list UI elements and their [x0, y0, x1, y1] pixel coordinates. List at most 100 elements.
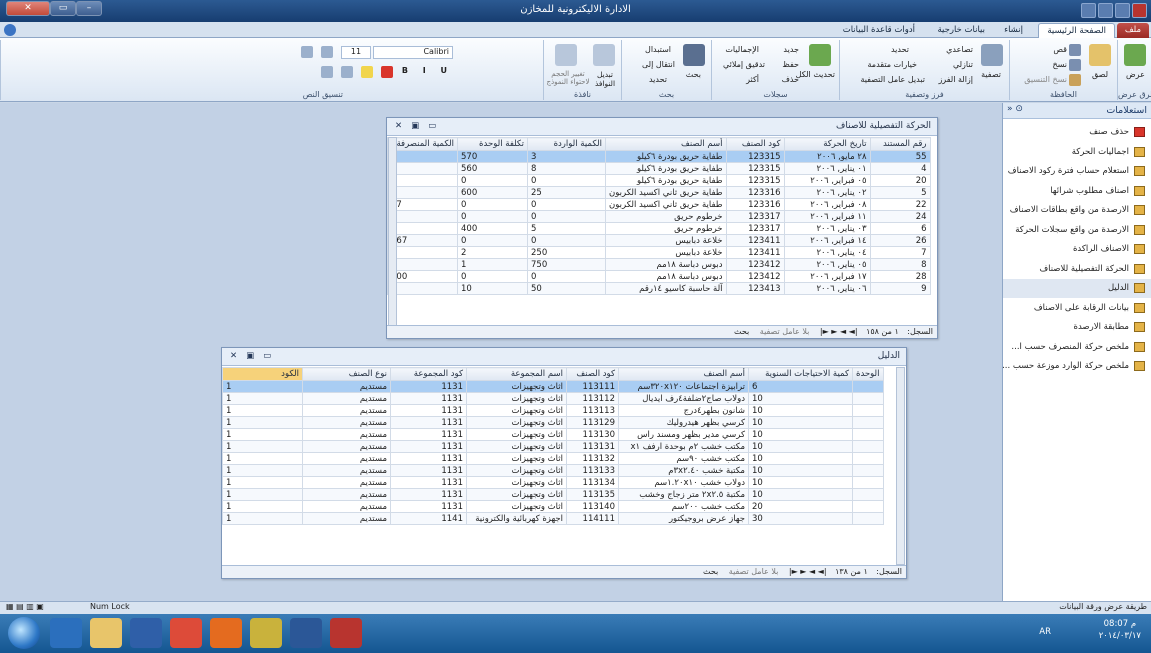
cut-button[interactable]: قص: [1053, 45, 1067, 54]
file-explorer-icon[interactable]: [90, 618, 122, 648]
table-cell[interactable]: اجهزة كهربائية والكترونية: [466, 512, 567, 525]
highlight-color-icon[interactable]: [361, 66, 373, 78]
table-cell[interactable]: 0: [527, 270, 606, 283]
table-cell[interactable]: ٠٥ يناير, ٢٠٠٦: [783, 258, 871, 271]
column-header[interactable]: الكمية الواردة: [527, 137, 606, 151]
table-cell[interactable]: [852, 476, 884, 489]
paste-button[interactable]: لصق: [1092, 70, 1108, 79]
table-cell[interactable]: [852, 392, 884, 405]
table-cell[interactable]: 600: [457, 186, 528, 199]
table-row[interactable]: 10 مكتبة خشب ٣x٢.٤٠م 113133 اثاث وتجهيزات 11…: [222, 464, 884, 477]
table-row[interactable]: 10 دولاب صاج٢ضلفة٤رف ايديال 113112 اثاث وتج…: [222, 392, 884, 405]
list-icon[interactable]: [321, 46, 333, 58]
table-cell[interactable]: 10: [748, 488, 853, 501]
internet-explorer-icon[interactable]: [50, 618, 82, 648]
table-cell[interactable]: 1: [222, 392, 303, 405]
table-cell[interactable]: 10: [748, 404, 853, 417]
table-cell[interactable]: 1: [222, 476, 303, 489]
new-record-button[interactable]: جديد: [783, 45, 799, 54]
table-cell[interactable]: طفاية حريق ثاني اكسيد الكربون: [605, 198, 727, 211]
table-cell[interactable]: مستديم: [302, 476, 391, 489]
guide-vertical-scrollbar[interactable]: [896, 367, 905, 565]
table-cell[interactable]: خرطوم حريق: [605, 210, 727, 223]
firefox-icon[interactable]: [210, 618, 242, 648]
table-row[interactable]: 22 ٠٨ فبراير, ٢٠٠٦ 123316 طفاية حريق ثاني ا…: [387, 198, 931, 211]
table-cell[interactable]: 0: [387, 258, 458, 271]
table-cell[interactable]: دبوس دباسة ١٨مم: [605, 270, 727, 283]
column-header[interactable]: اسم المجموعة: [466, 367, 567, 381]
table-cell[interactable]: 50: [527, 282, 606, 295]
table-cell[interactable]: ١١ فبراير, ٢٠٠٦: [783, 210, 871, 223]
table-row[interactable]: 10 دولاب خشب ١.٢٠x١٠سم 113134 اثاث وتجهيزات…: [222, 476, 884, 489]
guide-window-controls[interactable]: ✕▣▭: [230, 351, 280, 361]
table-row[interactable]: 55 ٢٨ مايو, ٢٠٠٦ 123315 طفاية حريق بودرة ٦ك…: [387, 150, 931, 163]
table-cell[interactable]: 10: [748, 452, 853, 465]
table-cell[interactable]: 1131: [390, 476, 467, 489]
help-icon[interactable]: [4, 24, 16, 36]
table-cell[interactable]: 250: [527, 246, 606, 259]
table-cell[interactable]: 123316: [725, 198, 785, 211]
table-cell[interactable]: شانون بطهر٤درج: [618, 404, 749, 417]
table-cell[interactable]: 123315: [725, 150, 785, 163]
table-cell[interactable]: 0: [457, 198, 528, 211]
guide-window[interactable]: الدليل ✕▣▭ الوحدة كمية الاحتياجات السنوي…: [221, 347, 907, 579]
table-cell[interactable]: 167: [387, 234, 458, 247]
column-header[interactable]: الكمية المنصرفة: [387, 137, 458, 151]
table-cell[interactable]: مستديم: [302, 416, 391, 429]
table-cell[interactable]: 123317: [725, 210, 785, 223]
table-cell[interactable]: 1: [222, 428, 303, 441]
table-row[interactable]: 6٠٣ يناير, ٢٠٠٦123317خرطوم حريق54000: [387, 222, 931, 235]
table-cell[interactable]: ١٧ فبراير, ٢٠٠٦: [783, 270, 871, 283]
remove-sort-button[interactable]: إزالة الفرز: [938, 75, 973, 84]
table-cell[interactable]: ٢٨ مايو, ٢٠٠٦: [783, 150, 871, 163]
table-row[interactable]: 9 ٠٦ يناير, ٢٠٠٦ 123413 آلة حاسبة كاسيو ١٤ر…: [387, 282, 931, 295]
table-cell[interactable]: 0: [527, 234, 606, 247]
table-cell[interactable]: 0: [527, 174, 606, 187]
table-row[interactable]: 10 كرسي بظهر هيدروليك 113129 اثاث وتجهيزات 1…: [222, 416, 884, 429]
view-button[interactable]: عرض: [1126, 70, 1145, 79]
table-cell[interactable]: خلاعة دبابيس: [605, 234, 727, 247]
table-cell[interactable]: اثاث وتجهيزات: [466, 404, 567, 417]
table-cell[interactable]: 0: [387, 186, 458, 199]
table-cell[interactable]: طفاية حريق بودرة ٦كيلو: [605, 174, 727, 187]
table-cell[interactable]: كرسي مدير بظهر ومسند راس: [618, 428, 749, 441]
table-cell[interactable]: ترابيزة اجتماعات ٣٢٠x١٢٠سم: [618, 380, 749, 393]
table-cell[interactable]: 113132: [566, 452, 619, 465]
table-row[interactable]: 10 مكتب خشب ٩٠سم 113132 اثاث وتجهيزات 1131 مس…: [222, 452, 884, 465]
table-row[interactable]: 30 جهاز عرض بروجيكتور 114111 اجهزة كهربائية…: [222, 512, 884, 525]
nav-item[interactable]: الارصدة من واقع سجلات الحركة: [1003, 221, 1151, 240]
table-cell[interactable]: ٠٣ يناير, ٢٠٠٦: [783, 222, 871, 235]
tab-external-data[interactable]: بيانات خارجية: [929, 23, 993, 38]
table-cell[interactable]: مستديم: [302, 500, 391, 513]
table-cell[interactable]: [852, 404, 884, 417]
table-cell[interactable]: مستديم: [302, 512, 391, 525]
table-cell[interactable]: اثاث وتجهيزات: [466, 476, 567, 489]
table-cell[interactable]: [852, 440, 884, 453]
table-cell[interactable]: مستديم: [302, 404, 391, 417]
table-cell[interactable]: 1131: [390, 440, 467, 453]
table-cell[interactable]: دولاب خشب ١.٢٠x١٠سم: [618, 476, 749, 489]
table-cell[interactable]: [852, 416, 884, 429]
table-cell[interactable]: اثاث وتجهيزات: [466, 428, 567, 441]
table-cell[interactable]: 123317: [725, 222, 785, 235]
table-cell[interactable]: 3: [387, 210, 458, 223]
no-filter-button[interactable]: بلا عامل تصفية: [729, 567, 779, 576]
no-filter-button[interactable]: بلا عامل تصفية: [760, 327, 810, 336]
table-cell[interactable]: [852, 464, 884, 477]
indent-icon[interactable]: [301, 46, 313, 58]
table-cell[interactable]: 8: [527, 162, 606, 175]
table-cell[interactable]: 123413: [725, 282, 785, 295]
search-box[interactable]: بحث: [703, 567, 718, 576]
table-cell[interactable]: 113111: [566, 380, 619, 393]
table-cell[interactable]: 113140: [566, 500, 619, 513]
table-cell[interactable]: 1141: [390, 512, 467, 525]
table-cell[interactable]: مستديم: [302, 464, 391, 477]
goto-button[interactable]: انتقال إلى: [642, 60, 675, 69]
table-cell[interactable]: 5: [527, 222, 606, 235]
table-cell[interactable]: 26: [869, 234, 931, 247]
nav-item[interactable]: ملخص حركة الوارد موزعة حسب ...: [1003, 357, 1151, 376]
language-indicator[interactable]: AR: [1039, 627, 1051, 637]
table-cell[interactable]: 123411: [725, 234, 785, 247]
filter-button[interactable]: تصفية: [981, 70, 1001, 79]
word-icon[interactable]: [290, 618, 322, 648]
